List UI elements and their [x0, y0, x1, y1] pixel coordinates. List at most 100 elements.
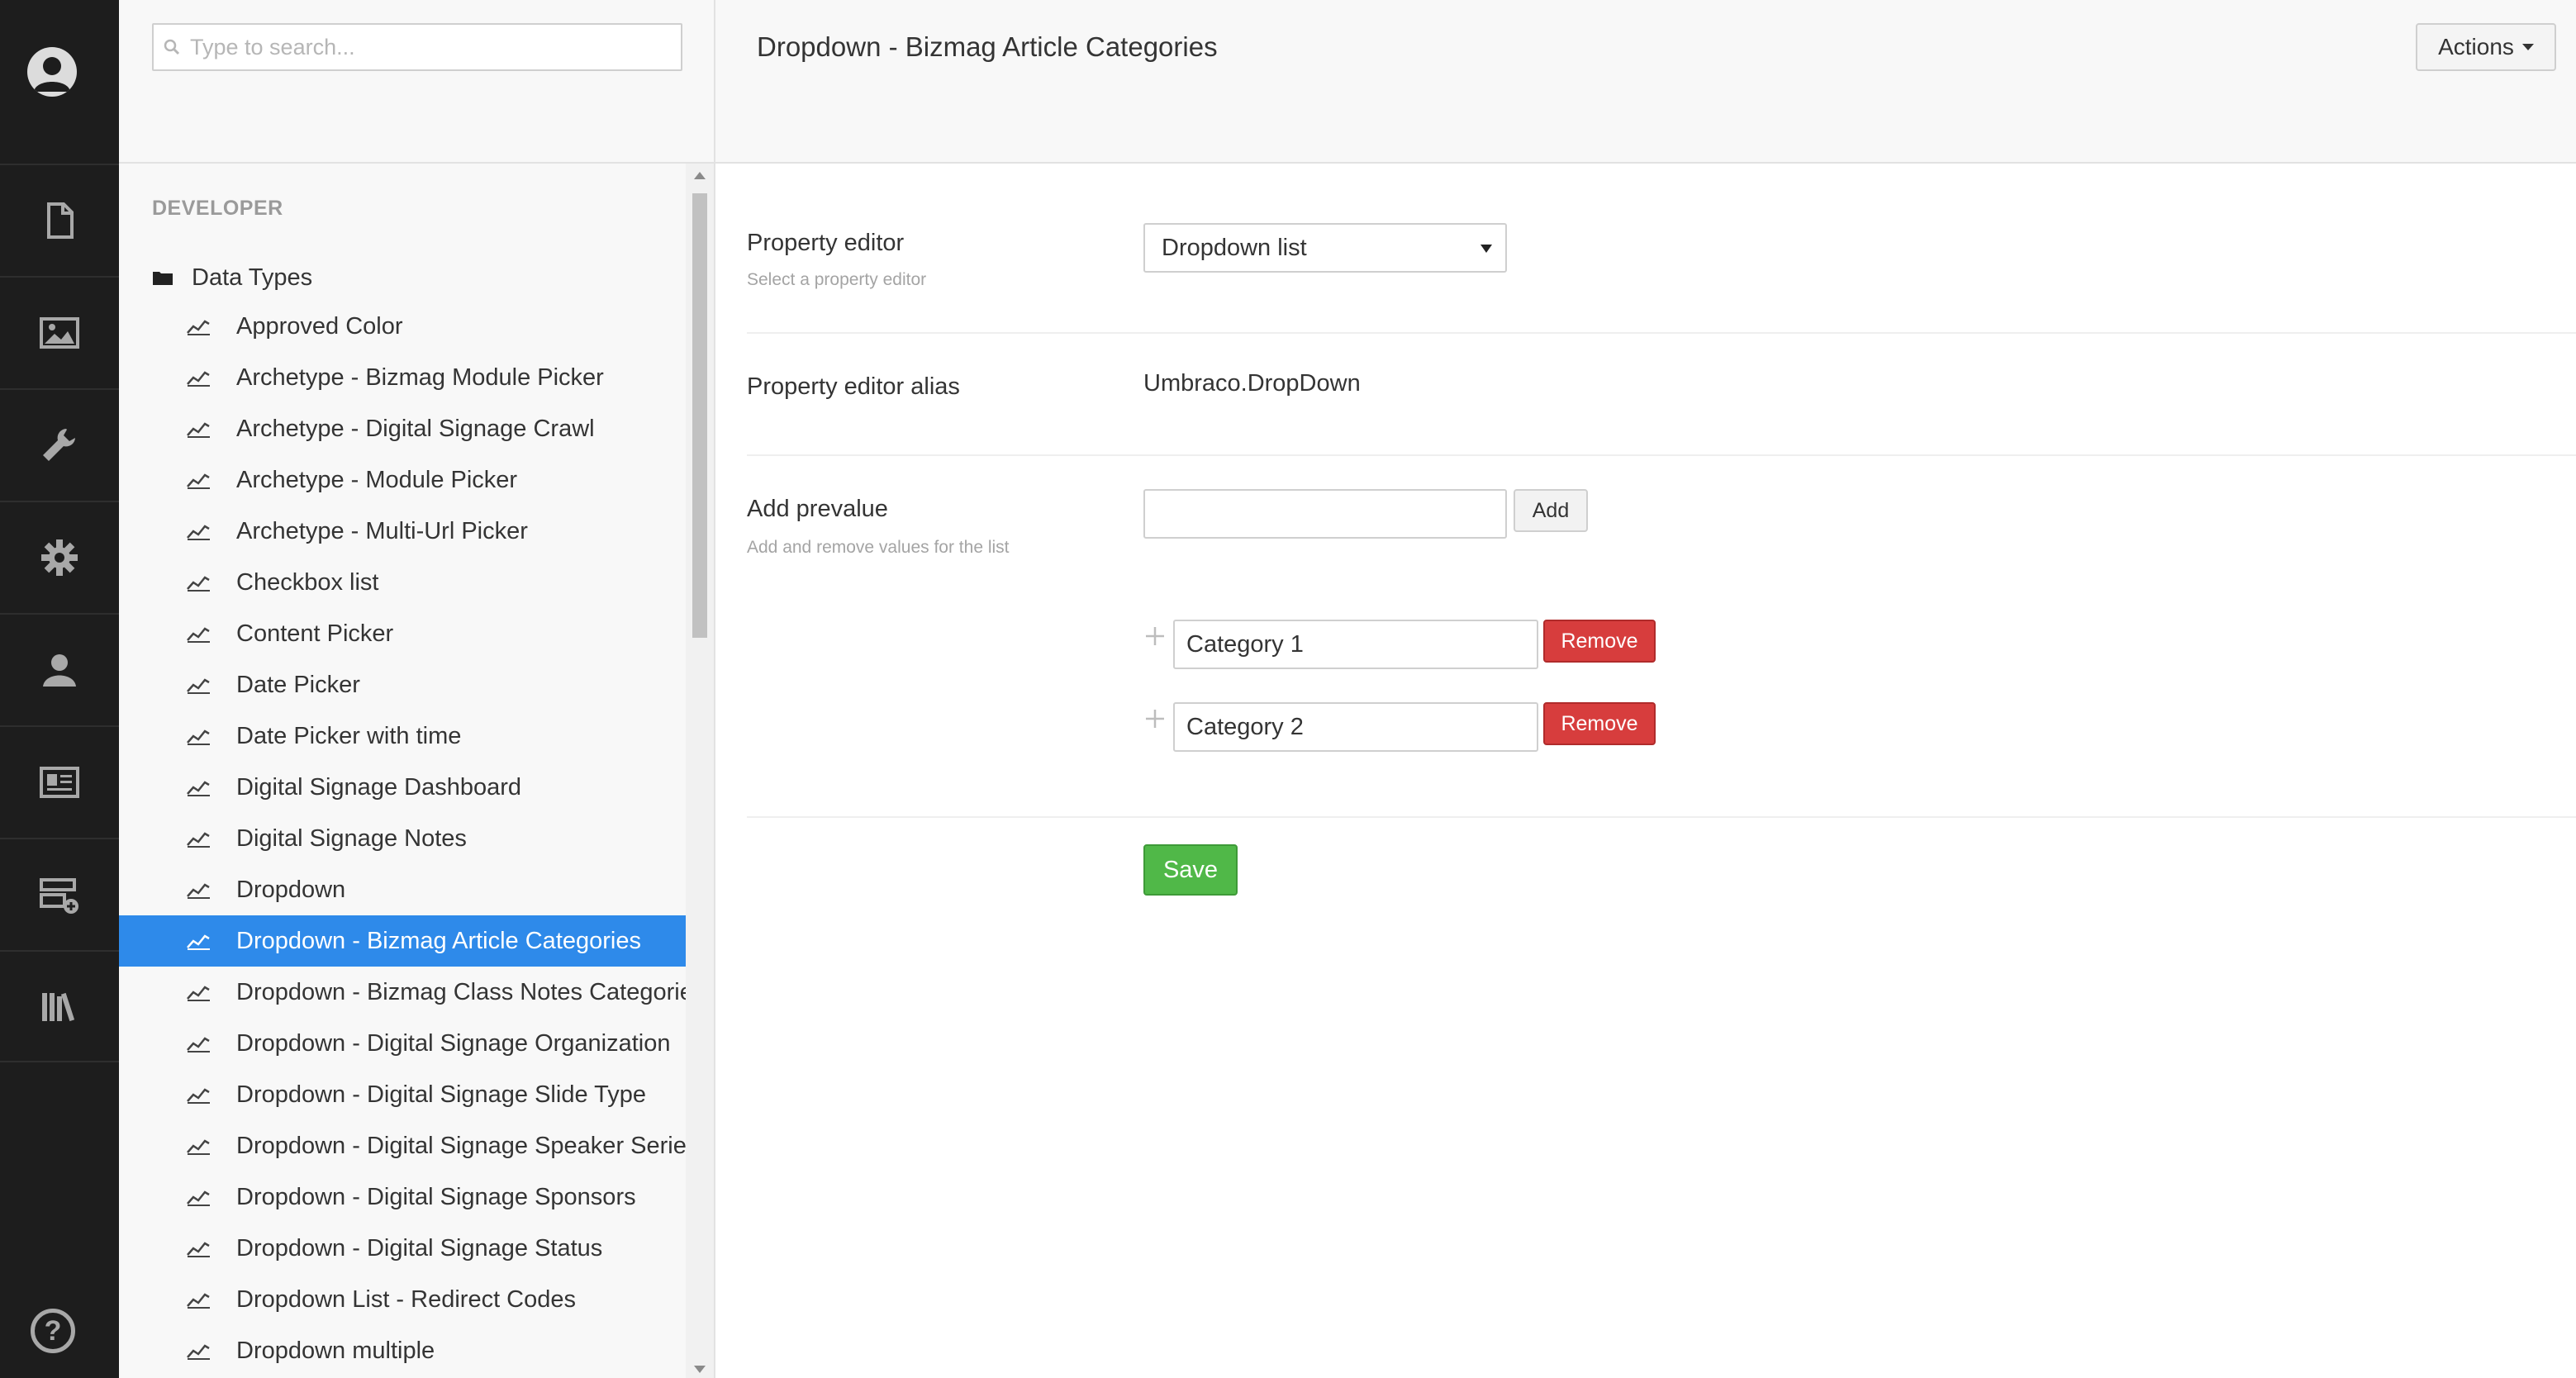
tree-item[interactable]: Archetype - Multi-Url Picker: [119, 506, 686, 557]
tree-item[interactable]: Dropdown - Digital Signage Status: [119, 1223, 686, 1274]
property-editor-alias-label: Property editor alias: [747, 373, 960, 400]
tree-item[interactable]: Dropdown - Digital Signage Sponsors: [119, 1171, 686, 1223]
tree-item-label: Content Picker: [236, 620, 394, 647]
prevalue-row: Category 1 Remove: [1143, 620, 1672, 669]
tree-item[interactable]: Content Picker: [119, 608, 686, 659]
section-users[interactable]: [0, 613, 119, 725]
scroll-up-arrow-icon[interactable]: [694, 172, 706, 179]
search-input[interactable]: [190, 34, 669, 60]
datatype-icon: [187, 320, 210, 335]
actions-button[interactable]: Actions: [2416, 23, 2556, 71]
drag-handle-icon[interactable]: [1143, 625, 1167, 648]
tree-root-data-types[interactable]: Data Types: [152, 261, 312, 294]
help-icon[interactable]: ?: [31, 1309, 75, 1353]
tree-item-label: Dropdown List - Redirect Codes: [236, 1285, 577, 1313]
tree-item[interactable]: Date Picker: [119, 659, 686, 710]
property-editor-description: Select a property editor: [747, 270, 927, 289]
add-prevalue-description: Add and remove values for the list: [747, 538, 1010, 557]
save-button[interactable]: Save: [1143, 844, 1238, 896]
editor-header: Dropdown - Bizmag Article Categories Act…: [715, 0, 2576, 164]
add-prevalue-label: Add prevalue: [747, 496, 888, 522]
scroll-down-arrow-icon[interactable]: [694, 1366, 706, 1373]
datatype-icon: [187, 576, 210, 592]
tree-item-label: Digital Signage Notes: [236, 824, 467, 852]
new-prevalue-input[interactable]: [1143, 489, 1507, 539]
tree-item-label: Dropdown - Digital Signage Status: [236, 1234, 603, 1262]
scroll-thumb[interactable]: [692, 193, 707, 638]
section-bar: ?: [0, 0, 119, 1378]
prevalue-row: Category 2 Remove: [1143, 702, 1672, 752]
caret-down-icon: [2521, 44, 2534, 50]
remove-prevalue-button[interactable]: Remove: [1543, 620, 1656, 663]
tree-item[interactable]: Digital Signage Dashboard: [119, 762, 686, 813]
tree-section-title: DEVELOPER: [152, 197, 283, 220]
tree-item[interactable]: Archetype - Digital Signage Crawl: [119, 403, 686, 454]
tree-search-bar: [119, 0, 714, 164]
datatype-icon: [187, 1293, 210, 1309]
tree-item-label: Dropdown - Digital Signage Sponsors: [236, 1183, 636, 1210]
tree-item-list: Approved Color Archetype - Bizmag Module …: [119, 301, 686, 1376]
tree-item[interactable]: Dropdown - Bizmag Class Notes Categories: [119, 967, 686, 1018]
datatype-icon: [187, 627, 210, 643]
property-editor-select[interactable]: Dropdown list: [1143, 223, 1507, 273]
search-icon: [154, 38, 190, 56]
tree-item-label: Dropdown: [236, 876, 346, 903]
datatype-icon: [187, 1242, 210, 1257]
divider: [747, 332, 2576, 334]
dropdown-arrow-icon: [1480, 245, 1492, 253]
prevalue-value[interactable]: Category 2: [1173, 702, 1538, 752]
tree-item[interactable]: Checkbox list: [119, 557, 686, 608]
section-translation[interactable]: [0, 950, 119, 1062]
prevalue-value[interactable]: Category 1: [1173, 620, 1538, 669]
datatype-icon: [187, 934, 210, 950]
datatype-icon: [187, 1139, 210, 1155]
wrench-icon: [43, 429, 75, 461]
datatype-icon: [187, 1190, 210, 1206]
section-content[interactable]: [0, 164, 119, 276]
tree-panel: DEVELOPER Data Types Approved Color Arche…: [119, 0, 715, 1378]
datatype-icon: [187, 1344, 210, 1360]
section-forms[interactable]: [0, 838, 119, 950]
section-members[interactable]: [0, 725, 119, 838]
tree-item[interactable]: Dropdown List - Redirect Codes: [119, 1274, 686, 1325]
datatype-icon: [187, 1088, 210, 1104]
search-box[interactable]: [152, 23, 682, 71]
divider: [747, 816, 2576, 818]
datatype-icon: [187, 473, 210, 489]
image-icon: [40, 317, 79, 349]
section-developer[interactable]: [0, 501, 119, 613]
tree-item[interactable]: Dropdown - Digital Signage Slide Type: [119, 1069, 686, 1120]
tree-item[interactable]: Dropdown: [119, 864, 686, 915]
editor-panel: Dropdown - Bizmag Article Categories Act…: [715, 0, 2576, 1378]
tree-item-label: Approved Color: [236, 312, 403, 340]
datatype-icon: [187, 883, 210, 899]
remove-prevalue-button[interactable]: Remove: [1543, 702, 1656, 745]
tree-item-label: Dropdown - Digital Signage Organization: [236, 1029, 671, 1057]
tree-item[interactable]: Dropdown - Digital Signage Organization: [119, 1018, 686, 1069]
tree-item[interactable]: Dropdown multiple: [119, 1325, 686, 1376]
page-title[interactable]: Dropdown - Bizmag Article Categories: [757, 31, 1218, 63]
datatype-icon: [187, 1037, 210, 1053]
section-media[interactable]: [0, 276, 119, 388]
tree-item-label: Checkbox list: [236, 568, 379, 596]
user-icon: [43, 654, 76, 687]
tree-item[interactable]: Digital Signage Notes: [119, 813, 686, 864]
tree-item-label: Date Picker: [236, 671, 360, 698]
id-card-icon: [40, 767, 79, 798]
user-avatar-icon: [34, 57, 70, 92]
tree-item[interactable]: Archetype - Bizmag Module Picker: [119, 352, 686, 403]
tree-item-label: Date Picker with time: [236, 722, 462, 749]
tree-item-label: Dropdown - Bizmag Class Notes Categories: [236, 978, 686, 1005]
drag-handle-icon[interactable]: [1143, 707, 1167, 730]
tree-item[interactable]: Approved Color: [119, 301, 686, 352]
section-settings[interactable]: [0, 388, 119, 501]
tree-item[interactable]: Dropdown - Digital Signage Speaker Serie…: [119, 1120, 686, 1171]
tree-item[interactable]: Archetype - Module Picker: [119, 454, 686, 506]
add-prevalue-button[interactable]: Add: [1514, 489, 1588, 532]
folder-icon: [153, 272, 173, 285]
books-icon: [42, 992, 75, 1022]
tree-item[interactable]: Date Picker with time: [119, 710, 686, 762]
tree-item[interactable]: Dropdown - Bizmag Article Categories: [119, 915, 686, 967]
avatar[interactable]: [27, 47, 77, 97]
tree-scrollbar[interactable]: [686, 164, 714, 1378]
